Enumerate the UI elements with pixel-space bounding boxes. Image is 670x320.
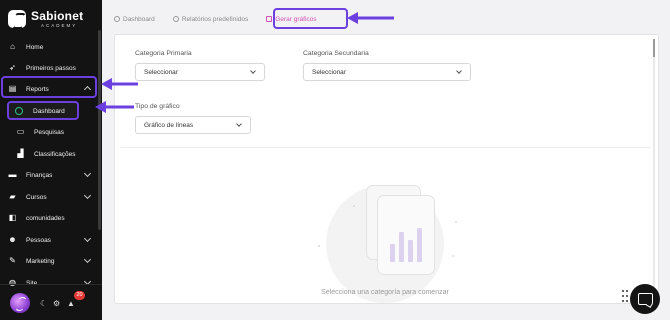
sidebar-item-label: Marketing — [26, 257, 55, 265]
chevron-down-icon — [456, 68, 462, 74]
sidebar-item-label: Cursos — [26, 193, 47, 201]
sidebar-item-classificacoes[interactable]: ▟ Classificações — [0, 144, 96, 164]
bell-icon[interactable]: ▲ — [67, 299, 75, 308]
sidebar-item-label: Pesquisas — [34, 128, 64, 136]
select-value: Gráfico de líneas — [144, 121, 194, 129]
chevron-down-icon — [83, 191, 92, 200]
sidebar-item-label: Finanças — [26, 171, 53, 179]
drag-grip-icon[interactable] — [622, 290, 628, 306]
sidebar-item-financas[interactable]: ▬ Finanças — [0, 165, 96, 185]
sidebar-scrollbar[interactable] — [98, 30, 101, 230]
tab-label: Relatórios predefinidos — [181, 15, 249, 23]
chevron-down-icon — [83, 234, 92, 243]
bar-chart-icon — [377, 195, 435, 275]
avatar[interactable] — [10, 293, 30, 313]
select-value: Seleccionar — [144, 68, 178, 76]
sidebar-item-reports[interactable]: ▤ Reports — [0, 79, 96, 99]
sidebar: Sabionet ACADEMY ⌂ Home ➶ Primeiros pass… — [0, 0, 102, 320]
decor-dot — [452, 255, 454, 257]
notification-badge: 20 — [74, 291, 85, 300]
chevron-up-icon — [83, 85, 92, 94]
settings-icon[interactable]: ⚙ — [53, 299, 60, 308]
courses-icon: ▰ — [9, 192, 16, 201]
decor-dot — [353, 205, 355, 207]
decor-dot — [318, 245, 320, 247]
people-icon: ☻ — [8, 235, 17, 244]
chevron-down-icon — [250, 68, 256, 74]
dashboard-icon — [14, 107, 23, 116]
illustration-bar — [408, 240, 413, 262]
sidebar-item-dashboard[interactable]: Dashboard — [8, 101, 78, 121]
brand-name: Sabionet — [31, 8, 84, 23]
ranking-icon: ▟ — [17, 149, 24, 158]
moon-icon[interactable]: ☾ — [40, 299, 47, 308]
chat-icon: ▭ — [16, 127, 25, 136]
sidebar-item-label: Dashboard — [33, 107, 65, 115]
tab-relatorios-predefinidos[interactable]: Relatórios predefinidos — [172, 15, 249, 23]
home-icon: ⌂ — [10, 42, 15, 51]
sidebar-item-label: Classificações — [34, 150, 76, 158]
sidebar-footer: ☾ ⚙ ▲ 20 — [0, 284, 102, 320]
sidebar-item-home[interactable]: ⌂ Home — [0, 37, 96, 57]
secondary-category-select[interactable]: Seleccionar — [303, 63, 471, 81]
report-icon — [172, 16, 179, 22]
arrow-to-reports-icon — [101, 78, 138, 90]
sidebar-item-comunidades[interactable]: ◧ comunidades — [0, 208, 96, 228]
chat-support-button[interactable] — [630, 284, 660, 314]
rocket-icon: ➶ — [9, 63, 16, 72]
community-icon: ◧ — [8, 213, 17, 222]
sidebar-item-pessoas[interactable]: ☻ Pessoas — [0, 230, 96, 250]
primary-category-label: Categoria Primaria — [135, 50, 192, 57]
brand-subtitle: ACADEMY — [41, 22, 78, 28]
primary-category-select[interactable]: Seleccionar — [135, 63, 265, 81]
finance-icon: ▬ — [8, 170, 17, 179]
sidebar-item-pesquisas[interactable]: ▭ Pesquisas — [0, 122, 96, 142]
sidebar-item-label: comunidades — [26, 214, 65, 222]
chevron-down-icon — [83, 255, 92, 264]
sidebar-item-cursos[interactable]: ▰ Cursos — [0, 187, 96, 207]
main-content: Dashboard Relatórios predefinidos Gerar … — [102, 0, 670, 320]
divider — [121, 147, 651, 148]
tab-highlight-box — [273, 8, 348, 29]
illustration-bar — [399, 232, 404, 262]
chevron-down-icon — [236, 121, 242, 127]
empty-state-message: Selecciona una categoría para comenzar — [321, 289, 449, 296]
decor-dot — [455, 221, 457, 223]
chart-type-label: Tipo de gráfico — [135, 103, 180, 110]
tab-dashboard[interactable]: Dashboard — [114, 16, 155, 23]
tab-label: Dashboard — [123, 15, 155, 23]
logo-mark-icon — [8, 10, 26, 28]
card-scroll-thumb[interactable] — [653, 39, 655, 57]
sidebar-item-marketing[interactable]: ✎ Marketing — [0, 251, 96, 271]
chevron-down-icon — [83, 169, 92, 178]
illustration-bar — [390, 244, 395, 262]
marketing-icon: ✎ — [9, 256, 16, 265]
dashboard-icon — [114, 16, 120, 22]
sidebar-item-label: Pessoas — [26, 236, 51, 244]
sidebar-item-label: Reports — [26, 85, 49, 93]
secondary-category-label: Categoria Secundaria — [303, 50, 369, 57]
sidebar-item-label: Primeiros passos — [26, 64, 76, 72]
chart-icon — [266, 16, 273, 22]
arrow-to-dashboard-icon — [95, 101, 134, 113]
chart-builder-card: Categoria Primaria Seleccionar Categoria… — [114, 34, 659, 304]
reports-icon: ▤ — [8, 84, 17, 93]
card-scroll-track[interactable] — [653, 39, 655, 299]
chart-type-select[interactable]: Gráfico de líneas — [135, 116, 251, 134]
sidebar-item-primeiros-passos[interactable]: ➶ Primeiros passos — [0, 58, 96, 78]
illustration-bar — [417, 228, 422, 262]
select-value: Seleccionar — [312, 68, 346, 76]
brand-logo[interactable]: Sabionet ACADEMY — [8, 6, 100, 32]
sidebar-item-label: Home — [26, 43, 44, 51]
arrow-to-tab-icon — [347, 12, 394, 24]
